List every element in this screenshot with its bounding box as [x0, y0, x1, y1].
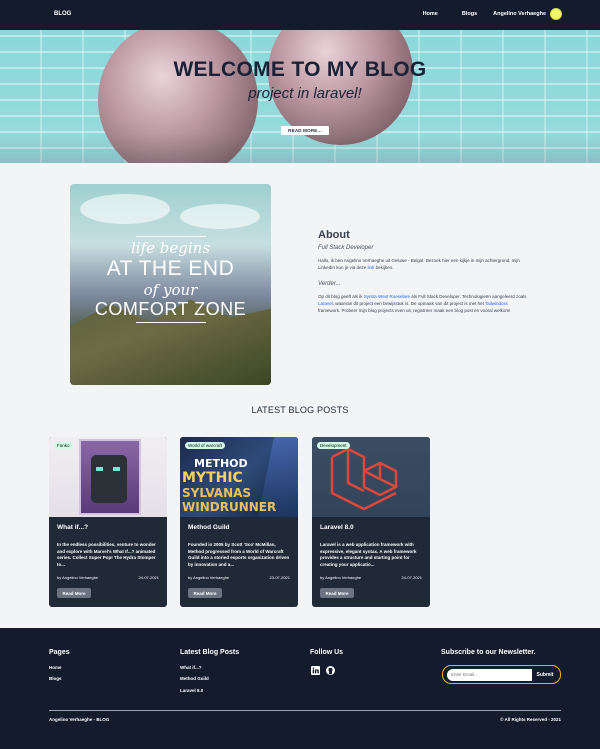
img-text-method: METHOD [194, 457, 248, 470]
about-intro: Hallo, ik ben Angelino Verhaeghe uit Gel… [318, 257, 528, 271]
quote-line [135, 322, 206, 323]
footer-copyright-left: Angelino Verhaeghe - BLOG [49, 717, 110, 722]
latest-posts-heading: LATEST BLOG POSTS [251, 405, 349, 415]
card-description: Laravel is a web application framework w… [320, 542, 417, 567]
hero-bottom-shade [0, 133, 600, 163]
card-date: 24-07-2021 [401, 575, 422, 580]
quote-overlay: life begins AT THE END of your COMFORT Z… [70, 234, 271, 325]
card-image-funko[interactable]: Funko [49, 437, 167, 517]
footer-link-blogs[interactable]: Blogs [49, 676, 62, 681]
cloud-shape [80, 194, 170, 224]
cloud-shape [180, 204, 260, 229]
footer: Pages Home Blogs Latest Blog Posts What … [0, 628, 600, 749]
hero-subtitle: project in laravel! [248, 85, 362, 102]
card-title[interactable]: Laravel 8.0 [320, 524, 354, 531]
blog-card[interactable]: METHOD MYTHIC SYLVANAS WINDRUNNER World … [180, 437, 298, 607]
about-heading: About [318, 229, 350, 241]
footer-link-post-2[interactable]: Method Guild [180, 676, 209, 681]
read-more-card-button[interactable]: Read More [188, 588, 222, 598]
quote-line-3: of your [143, 281, 198, 299]
read-more-card-button[interactable]: Read More [320, 588, 354, 598]
footer-latest-heading: Latest Blog Posts [180, 649, 240, 656]
quote-line-4: COMFORT ZONE [94, 299, 247, 319]
figure-eye [113, 467, 120, 471]
card-author: by Angelino Verhaeghe [320, 575, 362, 580]
card-title[interactable]: What if...? [57, 524, 88, 531]
github-icon[interactable] [326, 666, 335, 675]
read-more-card-button[interactable]: Read More [57, 588, 91, 598]
about-intro-text: Hallo, ik ben Angelino Verhaeghe uit Gel… [318, 258, 520, 270]
about-more-text: Op dit blog geeft als ik [318, 294, 364, 299]
card-description: Founded in 2005 by Scott 'Sco' McMillan,… [188, 542, 290, 567]
card-title[interactable]: Method Guild [188, 524, 230, 531]
laravel-logo-icon [330, 447, 398, 511]
category-badge: Funko [54, 442, 73, 449]
funko-figure [91, 455, 127, 503]
avatar[interactable] [550, 8, 562, 20]
newsletter-form: Submit [442, 665, 561, 684]
nav-home-link[interactable]: Home [423, 11, 438, 17]
quote-line-1: life begins [130, 239, 211, 257]
about-role: Full Stack Developer [318, 245, 374, 251]
syntra-link[interactable]: Syntra West Roeselare [364, 294, 410, 299]
laravel-link[interactable]: Laravel [318, 301, 333, 306]
footer-link-post-1[interactable]: What if...? [180, 665, 202, 670]
category-badge: Development [317, 442, 350, 449]
about-more: Op dit blog geeft als ik Syntra West Roe… [318, 293, 528, 314]
about-intro-text-end: bekijken. [374, 265, 394, 270]
blog-card[interactable]: Development Laravel 8.0 Laravel is a web… [312, 437, 430, 607]
footer-link-home[interactable]: Home [49, 665, 62, 670]
about-more-text-2: als Full Stack Developer. Technologieën … [409, 294, 527, 299]
about-more-heading: Verder... [318, 281, 341, 287]
footer-follow-heading: Follow Us [310, 649, 344, 656]
img-text-sylvanas: SYLVANAS [182, 486, 252, 500]
nav-blogs-link[interactable]: Blogs [462, 11, 477, 17]
about-section: About Full Stack Developer Hallo, ik ben… [318, 229, 528, 314]
card-image-method[interactable]: METHOD MYTHIC SYLVANAS WINDRUNNER World … [180, 437, 298, 517]
card-date: 24-07-2021 [138, 575, 159, 580]
blog-card[interactable]: Funko What if...? In the endless possibi… [49, 437, 167, 607]
nav-user-name[interactable]: Angelino Verhaeghe [493, 11, 546, 17]
quote-line [135, 236, 206, 237]
card-date: 23-07-2021 [269, 575, 290, 580]
footer-link-post-3[interactable]: Laravel 8.0 [180, 688, 203, 693]
quote-line-2: AT THE END [106, 257, 235, 280]
nav-links: Home Blogs Angelino Verhaeghe [423, 8, 562, 20]
footer-divider [49, 710, 561, 711]
card-description: In the endless possibilities, venture to… [57, 542, 156, 567]
about-more-text-3: , waarvan dit project een bewijsstuk is.… [332, 301, 486, 306]
linkedin-icon[interactable] [311, 666, 320, 675]
submit-button[interactable]: Submit [532, 668, 558, 681]
card-image-laravel[interactable]: Development [312, 437, 430, 517]
tailwind-link[interactable]: Tailwindcss [485, 301, 508, 306]
about-more-text-4: framework. Probeer mijn blog projects ev… [318, 308, 511, 313]
footer-pages-heading: Pages [49, 649, 70, 656]
read-more-button[interactable]: READ MORE... [281, 126, 329, 135]
category-badge: World of warcraft [185, 442, 225, 449]
card-author: by Angelino Verhaeghe [57, 575, 99, 580]
navbar: BLOG Home Blogs Angelino Verhaeghe [0, 0, 600, 30]
about-image: life begins AT THE END of your COMFORT Z… [70, 184, 271, 385]
email-input[interactable] [447, 668, 532, 681]
card-author: by Angelino Verhaeghe [188, 575, 230, 580]
nav-brand[interactable]: BLOG [54, 11, 71, 17]
hero-banner: WELCOME TO MY BLOG project in laravel! R… [0, 30, 600, 163]
footer-newsletter-heading: Subscribe to our Newsletter. [441, 649, 536, 656]
card-image-text: METHOD MYTHIC SYLVANAS WINDRUNNER [180, 457, 298, 514]
hero-title: WELCOME TO MY BLOG [173, 58, 427, 81]
img-text-mythic: MYTHIC [182, 470, 243, 486]
footer-copyright-right: © All Rights Reserved - 2021 [500, 717, 561, 722]
figure-eye [96, 467, 103, 471]
img-text-windrunner: WINDRUNNER [182, 500, 277, 514]
